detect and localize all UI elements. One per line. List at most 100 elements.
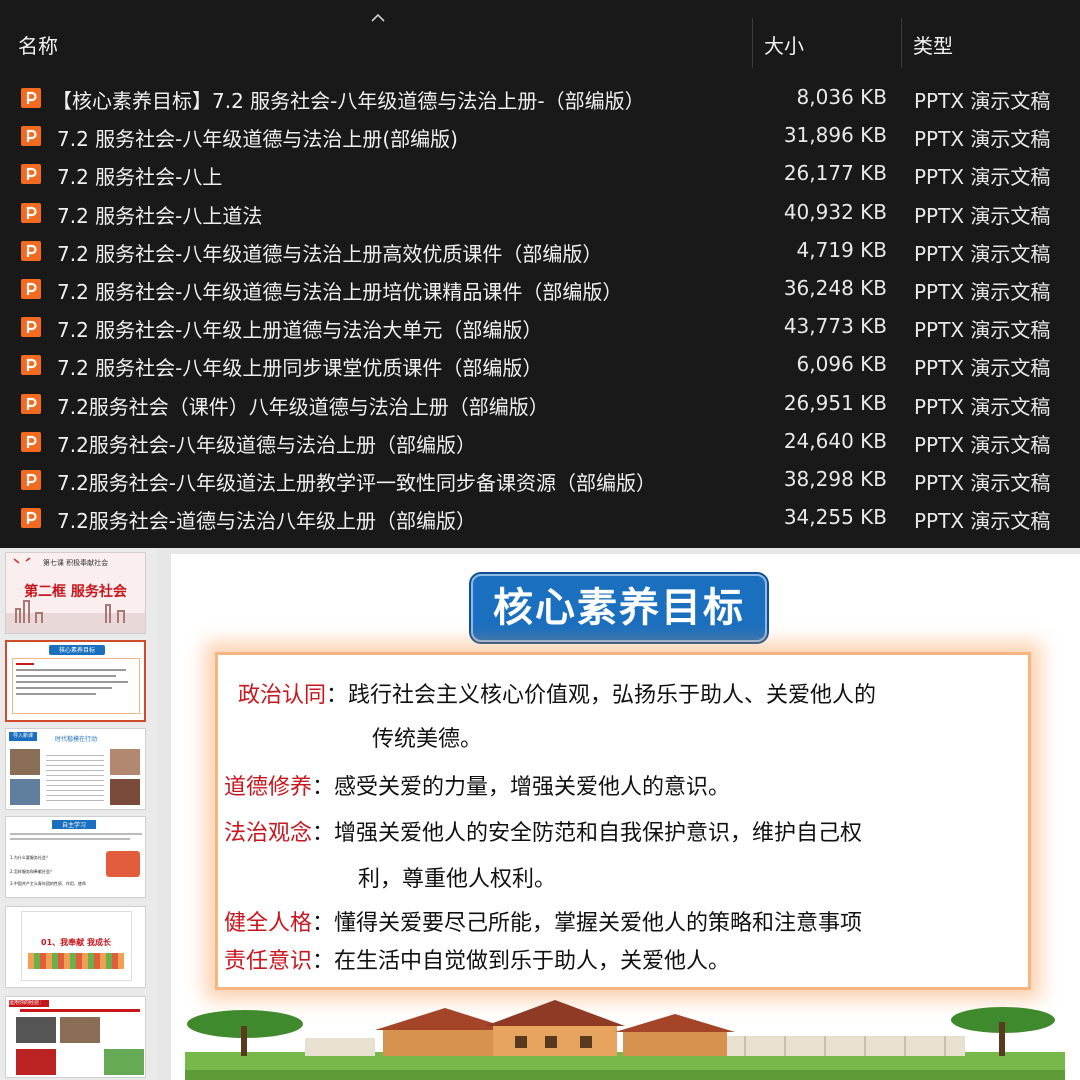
goal-sep: ： [312, 821, 335, 846]
goals-card: 政治认同：践行社会主义核心价值观，弘扬乐于助人、关爱他人的 传统美德。 道德修养… [215, 652, 1031, 990]
village-scene-illustration [185, 1000, 1065, 1080]
goal-sep: ： [326, 683, 349, 708]
file-row[interactable]: 7.2 服务社会-八年级上册道德与法治大单元（部编版） 43,773 KB PP… [0, 308, 1080, 346]
thumb-question: 3.中国共产主义青年团的性质、作用、使命 [10, 881, 86, 886]
pptx-file-icon [21, 278, 41, 299]
thumb-question: 2.怎样服务和奉献社会？ [10, 869, 54, 874]
file-type: PPTX 演示文稿 [914, 279, 1051, 304]
file-type: PPTX 演示文稿 [914, 470, 1051, 495]
file-row[interactable]: 7.2服务社会-八年级道法上册教学评一致性同步备课资源（部编版） 38,298 … [0, 461, 1080, 499]
slide-canvas: 核心素养目标 政治认同：践行社会主义核心价值观，弘扬乐于助人、关爱他人的 传统美… [171, 554, 1080, 1080]
goal-continuation: 传统美德。 [372, 727, 483, 752]
presentation-preview: 第七课 积极奉献社会 第二框 服务社会 核心素养目标 导入新课 时代楷模在行动 [0, 548, 1080, 1080]
column-divider[interactable] [752, 18, 753, 68]
slide-thumbnail-4[interactable]: 自主学习 1.为什么要服务社会？ 2.怎样服务和奉献社会？ 3.中国共产主义青年… [5, 816, 146, 898]
column-size-header[interactable]: 大小 [764, 30, 804, 59]
file-name: 7.2服务社会-八年级道法上册教学评一致性同步备课资源（部编版） [57, 470, 657, 495]
column-header: 名称 大小 类型 [0, 0, 1080, 72]
sort-ascending-icon[interactable] [368, 10, 388, 26]
slide-thumbnail-2[interactable]: 核心素养目标 [5, 640, 146, 722]
slide-thumbnail-5[interactable]: 01、我奉献 我成长 [5, 906, 146, 988]
goal-item: 法治观念：增强关爱他人的安全防范和自我保护意识，维护自己权 [224, 815, 862, 847]
file-name: 7.2服务社会-八年级道德与法治上册（部编版） [57, 432, 477, 457]
goal-continuation: 利，尊重他人权利。 [358, 867, 557, 892]
file-name: 7.2 服务社会-八上 [57, 165, 223, 190]
file-row[interactable]: 【核心素养目标】7.2 服务社会-八年级道德与法治上册-（部编版） 8,036 … [0, 79, 1080, 117]
pptx-file-icon [21, 240, 41, 261]
slide-thumbnail-pane: 第七课 积极奉献社会 第二框 服务社会 核心素养目标 导入新课 时代楷模在行动 [0, 548, 158, 1080]
file-row[interactable]: 7.2服务社会-道德与法治八年级上册（部编版） 34,255 KB PPTX 演… [0, 499, 1080, 537]
file-row[interactable]: 7.2 服务社会-八年级道德与法治上册(部编版) 31,896 KB PPTX … [0, 117, 1080, 155]
goal-key: 道德修养 [224, 775, 313, 800]
file-size: 38,298 KB [783, 466, 887, 491]
file-size: 6,096 KB [796, 352, 887, 377]
file-type: PPTX 演示文稿 [914, 356, 1051, 381]
pptx-file-icon [21, 508, 41, 529]
slide-title-box: 核心素养目标 [471, 574, 767, 642]
file-type: PPTX 演示文稿 [914, 127, 1051, 152]
goal-text: 践行社会主义核心价值观，弘扬乐于助人、关爱他人的 [348, 683, 877, 708]
file-row[interactable]: 7.2 服务社会-八上 26,177 KB PPTX 演示文稿 [0, 155, 1080, 193]
file-name: 7.2 服务社会-八年级道德与法治上册高效优质课件（部编版） [57, 241, 603, 266]
thumb-title: 运用你的经验： [9, 1000, 45, 1006]
file-name: 7.2服务社会-道德与法治八年级上册（部编版） [57, 509, 477, 534]
file-type: PPTX 演示文稿 [914, 89, 1051, 113]
file-size: 34,255 KB [783, 505, 887, 530]
file-row[interactable]: 7.2服务社会（课件）八年级道德与法治上册（部编版） 26,951 KB PPT… [0, 385, 1080, 423]
pptx-file-icon [21, 126, 41, 147]
goal-key: 法治观念 [224, 821, 313, 846]
file-row[interactable]: 7.2 服务社会-八年级道德与法治上册培优课精品课件（部编版） 36,248 K… [0, 270, 1080, 308]
file-type: PPTX 演示文稿 [914, 432, 1051, 457]
file-size: 43,773 KB [783, 314, 887, 339]
goal-key: 健全人格 [224, 911, 313, 936]
file-row[interactable]: 7.2 服务社会-八上道法 40,932 KB PPTX 演示文稿 [0, 194, 1080, 232]
goal-item: 责任意识：在生活中自觉做到乐于助人，关爱他人。 [224, 943, 730, 975]
file-type: PPTX 演示文稿 [914, 394, 1051, 419]
slide-thumbnail-3[interactable]: 导入新课 时代楷模在行动 [5, 728, 146, 810]
file-row[interactable]: 7.2 服务社会-八年级上册同步课堂优质课件（部编版） 6,096 KB PPT… [0, 346, 1080, 384]
file-list: 【核心素养目标】7.2 服务社会-八年级道德与法治上册-（部编版） 8,036 … [0, 79, 1080, 537]
file-size: 36,248 KB [783, 275, 887, 300]
file-name: 7.2服务社会（课件）八年级道德与法治上册（部编版） [57, 394, 549, 419]
file-row[interactable]: 7.2 服务社会-八年级道德与法治上册高效优质课件（部编版） 4,719 KB … [0, 232, 1080, 270]
file-name: 【核心素养目标】7.2 服务社会-八年级道德与法治上册-（部编版） [52, 89, 645, 113]
file-row[interactable]: 7.2服务社会-八年级道德与法治上册（部编版） 24,640 KB PPTX 演… [0, 423, 1080, 461]
goal-text: 增强关爱他人的安全防范和自我保护意识，维护自己权 [334, 821, 863, 846]
file-name: 7.2 服务社会-八年级上册同步课堂优质课件（部编版） [57, 356, 543, 381]
slide-thumbnail-1[interactable]: 第七课 积极奉献社会 第二框 服务社会 [5, 552, 146, 634]
pptx-file-icon [21, 164, 41, 185]
pptx-file-icon [21, 431, 41, 452]
goal-key: 责任意识 [224, 949, 313, 974]
thumb-subtitle: 第七课 积极奉献社会 [42, 559, 109, 567]
pptx-file-icon [21, 202, 41, 223]
pptx-file-icon [21, 393, 41, 414]
thumb-title: 时代楷模在行动 [54, 736, 97, 743]
file-size: 40,932 KB [783, 199, 887, 224]
thumb-question: 1.为什么要服务社会？ [10, 855, 50, 860]
goal-text: 在生活中自觉做到乐于助人，关爱他人。 [334, 949, 731, 974]
file-size: 26,951 KB [783, 390, 887, 415]
file-size: 26,177 KB [783, 161, 887, 186]
pptx-file-icon [21, 355, 41, 376]
column-type-header[interactable]: 类型 [913, 30, 953, 59]
slide-thumbnail-6[interactable]: 运用你的经验： [5, 996, 146, 1078]
pptx-file-icon [21, 469, 41, 490]
pptx-file-icon [21, 317, 41, 338]
thumb-label: 导入新课 [12, 733, 33, 739]
column-divider[interactable] [901, 18, 902, 68]
thumb-title: 01、我奉献 我成长 [41, 938, 111, 947]
file-size: 31,896 KB [783, 123, 887, 148]
file-type: PPTX 演示文稿 [914, 165, 1051, 190]
column-name-header[interactable]: 名称 [18, 30, 58, 59]
goal-text: 懂得关爱要尽己所能，掌握关爱他人的策略和注意事项 [334, 911, 863, 936]
goal-key: 政治认同 [238, 683, 327, 708]
goal-text: 感受关爱的力量，增强关爱他人的意识。 [334, 775, 731, 800]
file-size: 4,719 KB [796, 237, 887, 262]
thumb-title: 核心素养目标 [58, 647, 95, 654]
file-explorer: 名称 大小 类型 【核心素养目标】7.2 服务社会-八年级道德与法治上册-（部编… [0, 0, 1080, 548]
file-name: 7.2 服务社会-八年级道德与法治上册培优课精品课件（部编版） [57, 279, 623, 304]
file-type: PPTX 演示文稿 [914, 203, 1051, 228]
goal-sep: ： [312, 949, 335, 974]
goal-sep: ： [312, 775, 335, 800]
file-name: 7.2 服务社会-八上道法 [57, 203, 263, 228]
